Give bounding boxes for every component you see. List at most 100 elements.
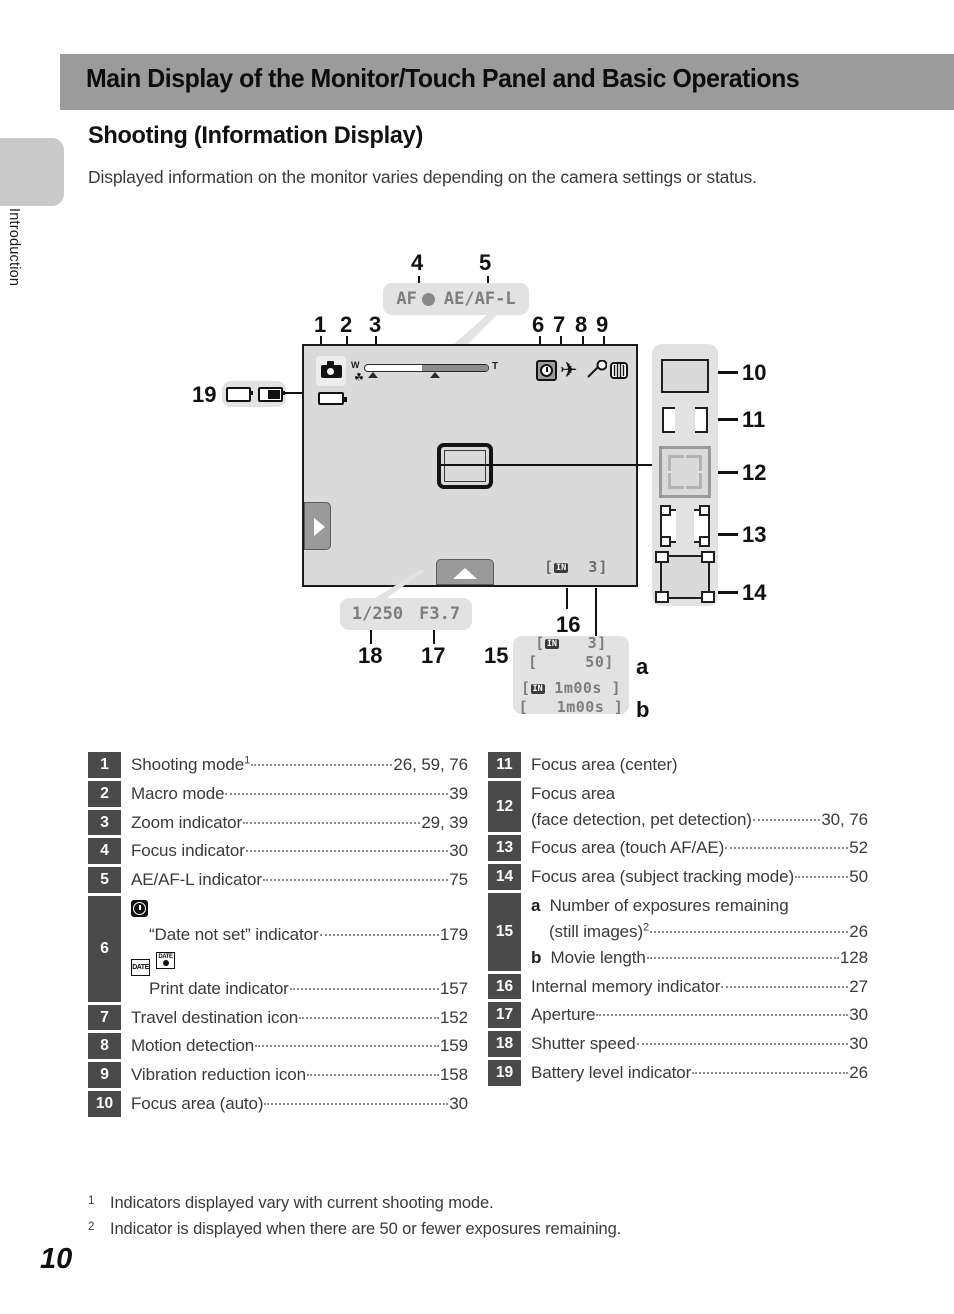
counts-bubble: [IN 3] [ 50] [IN 1m00s ] [ 1m00s ] [513, 634, 629, 716]
counts-in-badge-a: IN [544, 639, 560, 649]
legend-page-ref: 29, 39 [421, 812, 468, 832]
zoom-marker-mid-icon [430, 372, 440, 378]
legend-page-ref: 26 [849, 921, 868, 941]
legend-sub-key: a [531, 896, 541, 916]
leader-dots [752, 818, 821, 821]
leader-dots [306, 1074, 439, 1077]
legend-line: Focus area (subject tracking mode) 50 [531, 864, 868, 890]
legend-number: 6 [88, 896, 121, 1002]
legend-row: 12 Focus area (face detection, pet detecti… [488, 780, 868, 833]
legend-row: 4 Focus indicator 30 [88, 838, 468, 865]
legend-row: 5 AE/AF-L indicator 75 [88, 867, 468, 894]
callout-7: 7 [553, 312, 566, 337]
af-ael-bubble: AF AE/AF-L [383, 283, 529, 315]
count-value-a1: 3 [587, 634, 598, 652]
page-title: Main Display of the Monitor/Touch Panel … [86, 63, 800, 93]
legend-entry: Focus area (auto) 30 [121, 1091, 468, 1117]
print-date-icon: DATE [131, 958, 150, 976]
section-title: Shooting (Information Display) [88, 122, 424, 149]
print-date-counter-icon [156, 951, 175, 969]
zoom-wide-label: W [351, 360, 360, 370]
legend-entry: Shutter speed 30 [521, 1031, 868, 1057]
legend-page-ref: 128 [839, 947, 868, 967]
legend-number: 12 [488, 780, 521, 833]
macro-mode-icon: ☘ [354, 372, 364, 384]
sub-label-a: a [636, 654, 649, 679]
information-display-figure: 4 5 AF AE/AF-L 1 2 3 6 7 8 9 19 ☘ W T ✈ … [0, 240, 954, 740]
legend-row: 19 Battery level indicator 26 [488, 1060, 868, 1086]
legend-row: 14 Focus area (subject tracking mode) 50 [488, 864, 868, 891]
shooting-mode-icon [316, 356, 346, 386]
legend-line: Shooting mode1 26, 59, 76 [131, 752, 468, 778]
legend-number: 5 [88, 867, 121, 894]
focus-dot-icon [421, 292, 435, 306]
legend-row: 16 Internal memory indicator 27 [488, 973, 868, 1000]
leader-dots [650, 930, 849, 933]
leader-17 [433, 630, 435, 644]
intro-paragraph: Displayed information on the monitor var… [88, 167, 757, 187]
legend-line: a Number of exposures remaining [531, 893, 868, 919]
legend-line: Focus indicator 30 [131, 838, 468, 864]
clock-icon [131, 900, 148, 918]
legend-line: Battery level indicator 26 [531, 1060, 868, 1086]
legend-row: 11 Focus area (center) [488, 752, 868, 778]
leader-18 [370, 630, 372, 644]
legend-row: 17 Aperture 30 [488, 1002, 868, 1029]
count-line-b2: [ 1m00s ] [518, 698, 624, 716]
leader-dots [264, 1103, 449, 1106]
legend-number: 1 [88, 752, 121, 778]
footnote: 1 Indicators displayed vary with current … [88, 1190, 888, 1216]
rail-focus-area-tracking [652, 551, 718, 603]
leader-10 [718, 371, 738, 374]
callout-13: 13 [742, 522, 767, 547]
legend-sub-key: b [531, 947, 542, 967]
monitor-bottom-menu-button[interactable] [436, 559, 494, 585]
callout-12: 12 [742, 460, 767, 485]
leader-12 [718, 471, 738, 474]
legend-number: 14 [488, 864, 521, 891]
legend-label: Travel destination icon [131, 1007, 299, 1027]
legend-page-ref: 152 [439, 1007, 468, 1027]
leader-dots [255, 1045, 439, 1048]
legend-page-ref: 179 [439, 924, 468, 944]
legend-row: 13 Focus area (touch AF/AE) 52 [488, 835, 868, 862]
legend-row: 2 Macro mode 39 [88, 780, 468, 807]
legend-page-ref: 26 [849, 1063, 868, 1083]
legend-footnote-marker: 1 [244, 754, 251, 767]
monitor-left-tab-button[interactable] [304, 502, 331, 550]
legend-label: Shutter speed [531, 1034, 636, 1054]
legend-row: 6“Date not set” indicator179DATEPrint da… [88, 896, 468, 1002]
legend-label: Print date indicator [149, 978, 289, 998]
side-section-label: Introduction [6, 208, 22, 287]
leader-dots [225, 792, 449, 795]
legend-row: 18 Shutter speed 30 [488, 1031, 868, 1058]
travel-destination-icon: ✈ [560, 359, 578, 382]
battery-level-indicator [318, 392, 347, 405]
callout-11: 11 [742, 407, 766, 432]
battery-full-icon [225, 386, 253, 402]
legend-label: Battery level indicator [531, 1063, 692, 1083]
legend-entry: Focus area (face detection, pet detection… [521, 781, 868, 833]
legend-label: Focus area (auto) [131, 1094, 264, 1114]
legend-entry: Motion detection 159 [121, 1033, 468, 1059]
count-line-a2: [ 50] [528, 653, 614, 671]
legend-line: Zoom indicator 29, 39 [131, 810, 468, 836]
section-thumb-tab [0, 138, 64, 206]
battery-level-bubble [222, 381, 286, 407]
legend-line: Focus area (auto) 30 [131, 1091, 468, 1117]
legend-entry: Vibration reduction icon 158 [121, 1062, 468, 1088]
legend-number: 13 [488, 835, 521, 862]
legend-entry: Focus indicator 30 [121, 838, 468, 864]
legend-page-ref: 30 [449, 1094, 468, 1114]
callout-14: 14 [742, 580, 767, 605]
legend-line: Motion detection 159 [131, 1033, 468, 1059]
aperture-value: F3.7 [419, 604, 461, 624]
legend-line: Focus area (center) [531, 752, 868, 778]
ae-af-l-label: AE/AF-L [443, 289, 516, 309]
leader-dots [795, 876, 849, 879]
legend-line: Print date indicator 157 [131, 976, 468, 1002]
legend-line: (still images)2 26 [531, 919, 868, 945]
legend-number: 16 [488, 973, 521, 1000]
bracket-open: [ [544, 558, 555, 576]
legend-page-ref: 30 [449, 841, 468, 861]
